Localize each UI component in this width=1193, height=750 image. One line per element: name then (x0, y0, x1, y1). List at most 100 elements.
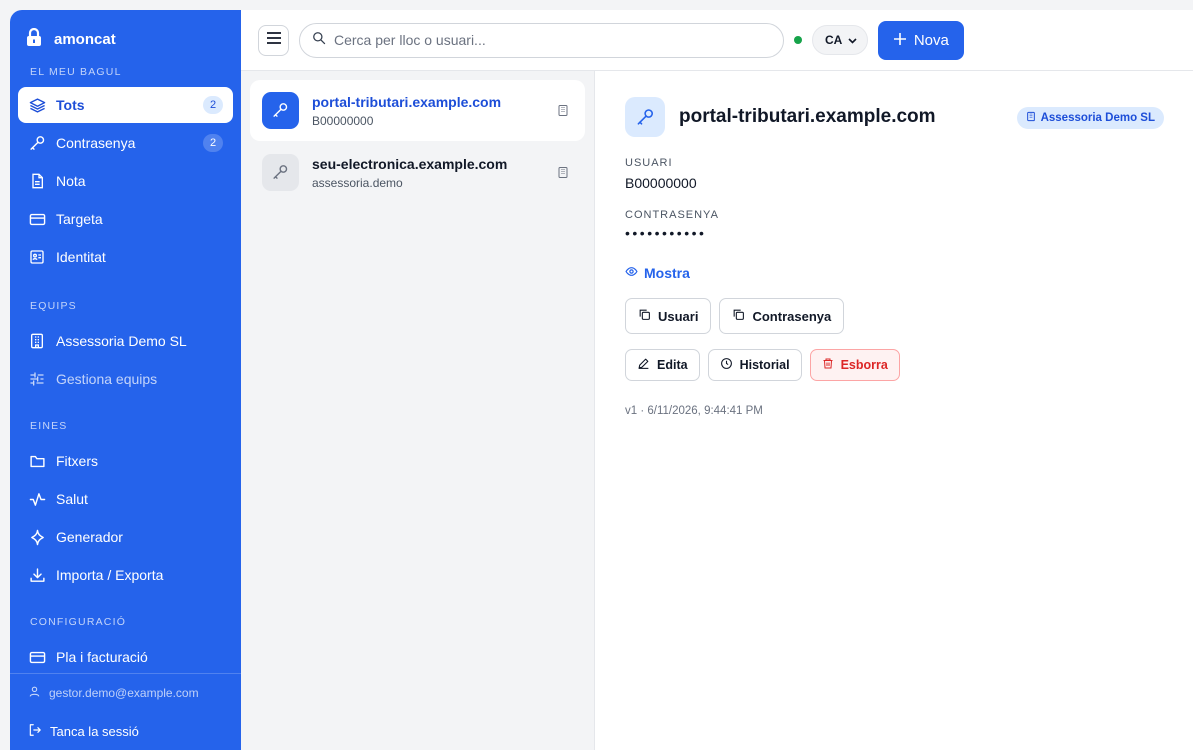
list-item[interactable]: seu-electronica.example.com assessoria.d… (250, 142, 585, 203)
nav-teams: Assessoria Demo SL Gestiona equips (10, 322, 241, 398)
version-meta: v1 · 6/11/2026, 9:44:41 PM (625, 405, 763, 417)
sidebar-item-card[interactable]: Targeta (18, 201, 233, 237)
id-card-icon (28, 248, 46, 266)
nav-settings: Pla i facturació (10, 638, 241, 676)
copy-actions: Usuari Contrasenya (625, 298, 1163, 334)
sidebar: amoncat EL MEU BAGUL Tots 2 Contrasenya … (10, 10, 241, 750)
new-item-label: Nova (913, 31, 949, 49)
building-icon (28, 332, 46, 350)
list-item-title: seu-electronica.example.com (312, 155, 508, 172)
card-icon (28, 648, 46, 666)
password-value: ••••••••••• (625, 225, 707, 241)
history-button[interactable]: Historial (707, 349, 802, 381)
topbar: CA Nova (241, 10, 1193, 71)
sidebar-item-label: Salut (56, 491, 88, 507)
sidebar-footer: gestor.demo@example.com Tanca la sessió (10, 673, 241, 750)
logout-label: Tanca la sessió (50, 723, 139, 739)
user-email-row: gestor.demo@example.com (10, 674, 241, 712)
building-icon (555, 166, 571, 179)
show-password-label: Mostra (644, 265, 690, 281)
user-icon (28, 685, 41, 701)
key-icon (28, 134, 46, 152)
note-icon (28, 172, 46, 190)
sidebar-item-label: Tots (56, 97, 85, 113)
detail-panel: portal-tributari.example.com Assessoria … (595, 71, 1193, 750)
language-value: CA (825, 33, 843, 47)
sidebar-item-password[interactable]: Contrasenya 2 (18, 125, 233, 161)
user-label: USUARI (625, 157, 673, 169)
key-icon (262, 154, 299, 191)
section-label-teams: EQUIPS (30, 300, 77, 312)
count-badge: 2 (203, 96, 223, 114)
sidebar-item-identity[interactable]: Identitat (18, 239, 233, 275)
logout-button[interactable]: Tanca la sessió (10, 712, 241, 750)
card-icon (28, 210, 46, 228)
sidebar-item-files[interactable]: Fitxers (18, 443, 233, 479)
new-item-button[interactable]: Nova (878, 20, 965, 60)
show-password-button[interactable]: Mostra (625, 265, 1163, 281)
sidebar-item-generator[interactable]: Generador (18, 519, 233, 555)
nav-vault: Tots 2 Contrasenya 2 Nota Targeta Identi… (10, 86, 241, 276)
sidebar-item-health[interactable]: Salut (18, 481, 233, 517)
app-window: amoncat EL MEU BAGUL Tots 2 Contrasenya … (10, 10, 1193, 750)
menu-button[interactable] (258, 24, 289, 56)
list-item-text: seu-electronica.example.com assessoria.d… (312, 156, 542, 190)
delete-button[interactable]: Esborra (809, 349, 900, 381)
hamburger-icon (266, 31, 281, 49)
list-item-text: portal-tributari.example.com B00000000 (312, 94, 542, 128)
building-icon (555, 104, 571, 117)
sidebar-item-note[interactable]: Nota (18, 163, 233, 199)
sidebar-item-label: Targeta (56, 211, 103, 227)
sidebar-item-manage-teams[interactable]: Gestiona equips (18, 361, 233, 397)
search-input[interactable] (334, 32, 771, 48)
nav-tools: Fitxers Salut Generador Importa / Export… (10, 442, 241, 594)
sidebar-item-all[interactable]: Tots 2 (18, 87, 233, 123)
clock-icon (720, 357, 733, 373)
copy-icon (638, 308, 651, 324)
copy-icon (732, 308, 745, 324)
section-label-tools: EINES (30, 420, 68, 432)
content: portal-tributari.example.com B00000000 s… (241, 71, 1193, 750)
section-label-vault: EL MEU BAGUL (30, 66, 122, 78)
download-icon (28, 566, 46, 584)
count-badge: 2 (203, 134, 223, 152)
user-value: B00000000 (625, 175, 697, 191)
sidebar-item-label: Nota (56, 173, 86, 189)
sidebar-item-team-assessoria[interactable]: Assessoria Demo SL (18, 323, 233, 359)
copy-password-button[interactable]: Contrasenya (719, 298, 845, 334)
sidebar-item-billing[interactable]: Pla i facturació (18, 639, 233, 675)
plus-icon (893, 32, 906, 49)
list-item-subtitle: assessoria.demo (312, 175, 403, 190)
eye-icon (625, 265, 638, 281)
sidebar-item-import-export[interactable]: Importa / Exporta (18, 557, 233, 593)
chevron-down-icon (848, 33, 857, 47)
section-label-settings: CONFIGURACIÓ (30, 616, 127, 628)
history-label: Historial (739, 358, 790, 372)
list-item[interactable]: portal-tributari.example.com B00000000 (250, 80, 585, 141)
sparkle-icon (28, 528, 46, 546)
copy-user-button[interactable]: Usuari (625, 298, 712, 334)
detail-title: portal-tributari.example.com (679, 106, 936, 127)
sidebar-item-label: Pla i facturació (56, 649, 148, 665)
item-list: portal-tributari.example.com B00000000 s… (241, 71, 595, 750)
brand[interactable]: amoncat (10, 10, 241, 68)
status-dot (794, 36, 802, 44)
language-select[interactable]: CA (812, 25, 869, 55)
pulse-icon (28, 490, 46, 508)
team-badge: Assessoria Demo SL (1016, 107, 1164, 129)
pencil-icon (637, 357, 650, 373)
item-actions: Edita Historial Esborra (625, 349, 1163, 381)
user-email: gestor.demo@example.com (49, 686, 199, 700)
list-item-subtitle: B00000000 (312, 113, 374, 128)
folder-icon (28, 452, 46, 470)
sidebar-item-label: Generador (56, 529, 123, 545)
sidebar-item-label: Fitxers (56, 453, 98, 469)
sidebar-item-label: Importa / Exporta (56, 567, 164, 583)
sidebar-item-label: Gestiona equips (56, 371, 158, 387)
lock-icon (26, 27, 42, 51)
logout-icon (28, 723, 42, 740)
edit-button[interactable]: Edita (625, 349, 700, 381)
building-icon (1026, 111, 1036, 125)
sidebar-item-label: Contrasenya (56, 135, 136, 151)
password-label: CONTRASENYA (625, 209, 719, 221)
